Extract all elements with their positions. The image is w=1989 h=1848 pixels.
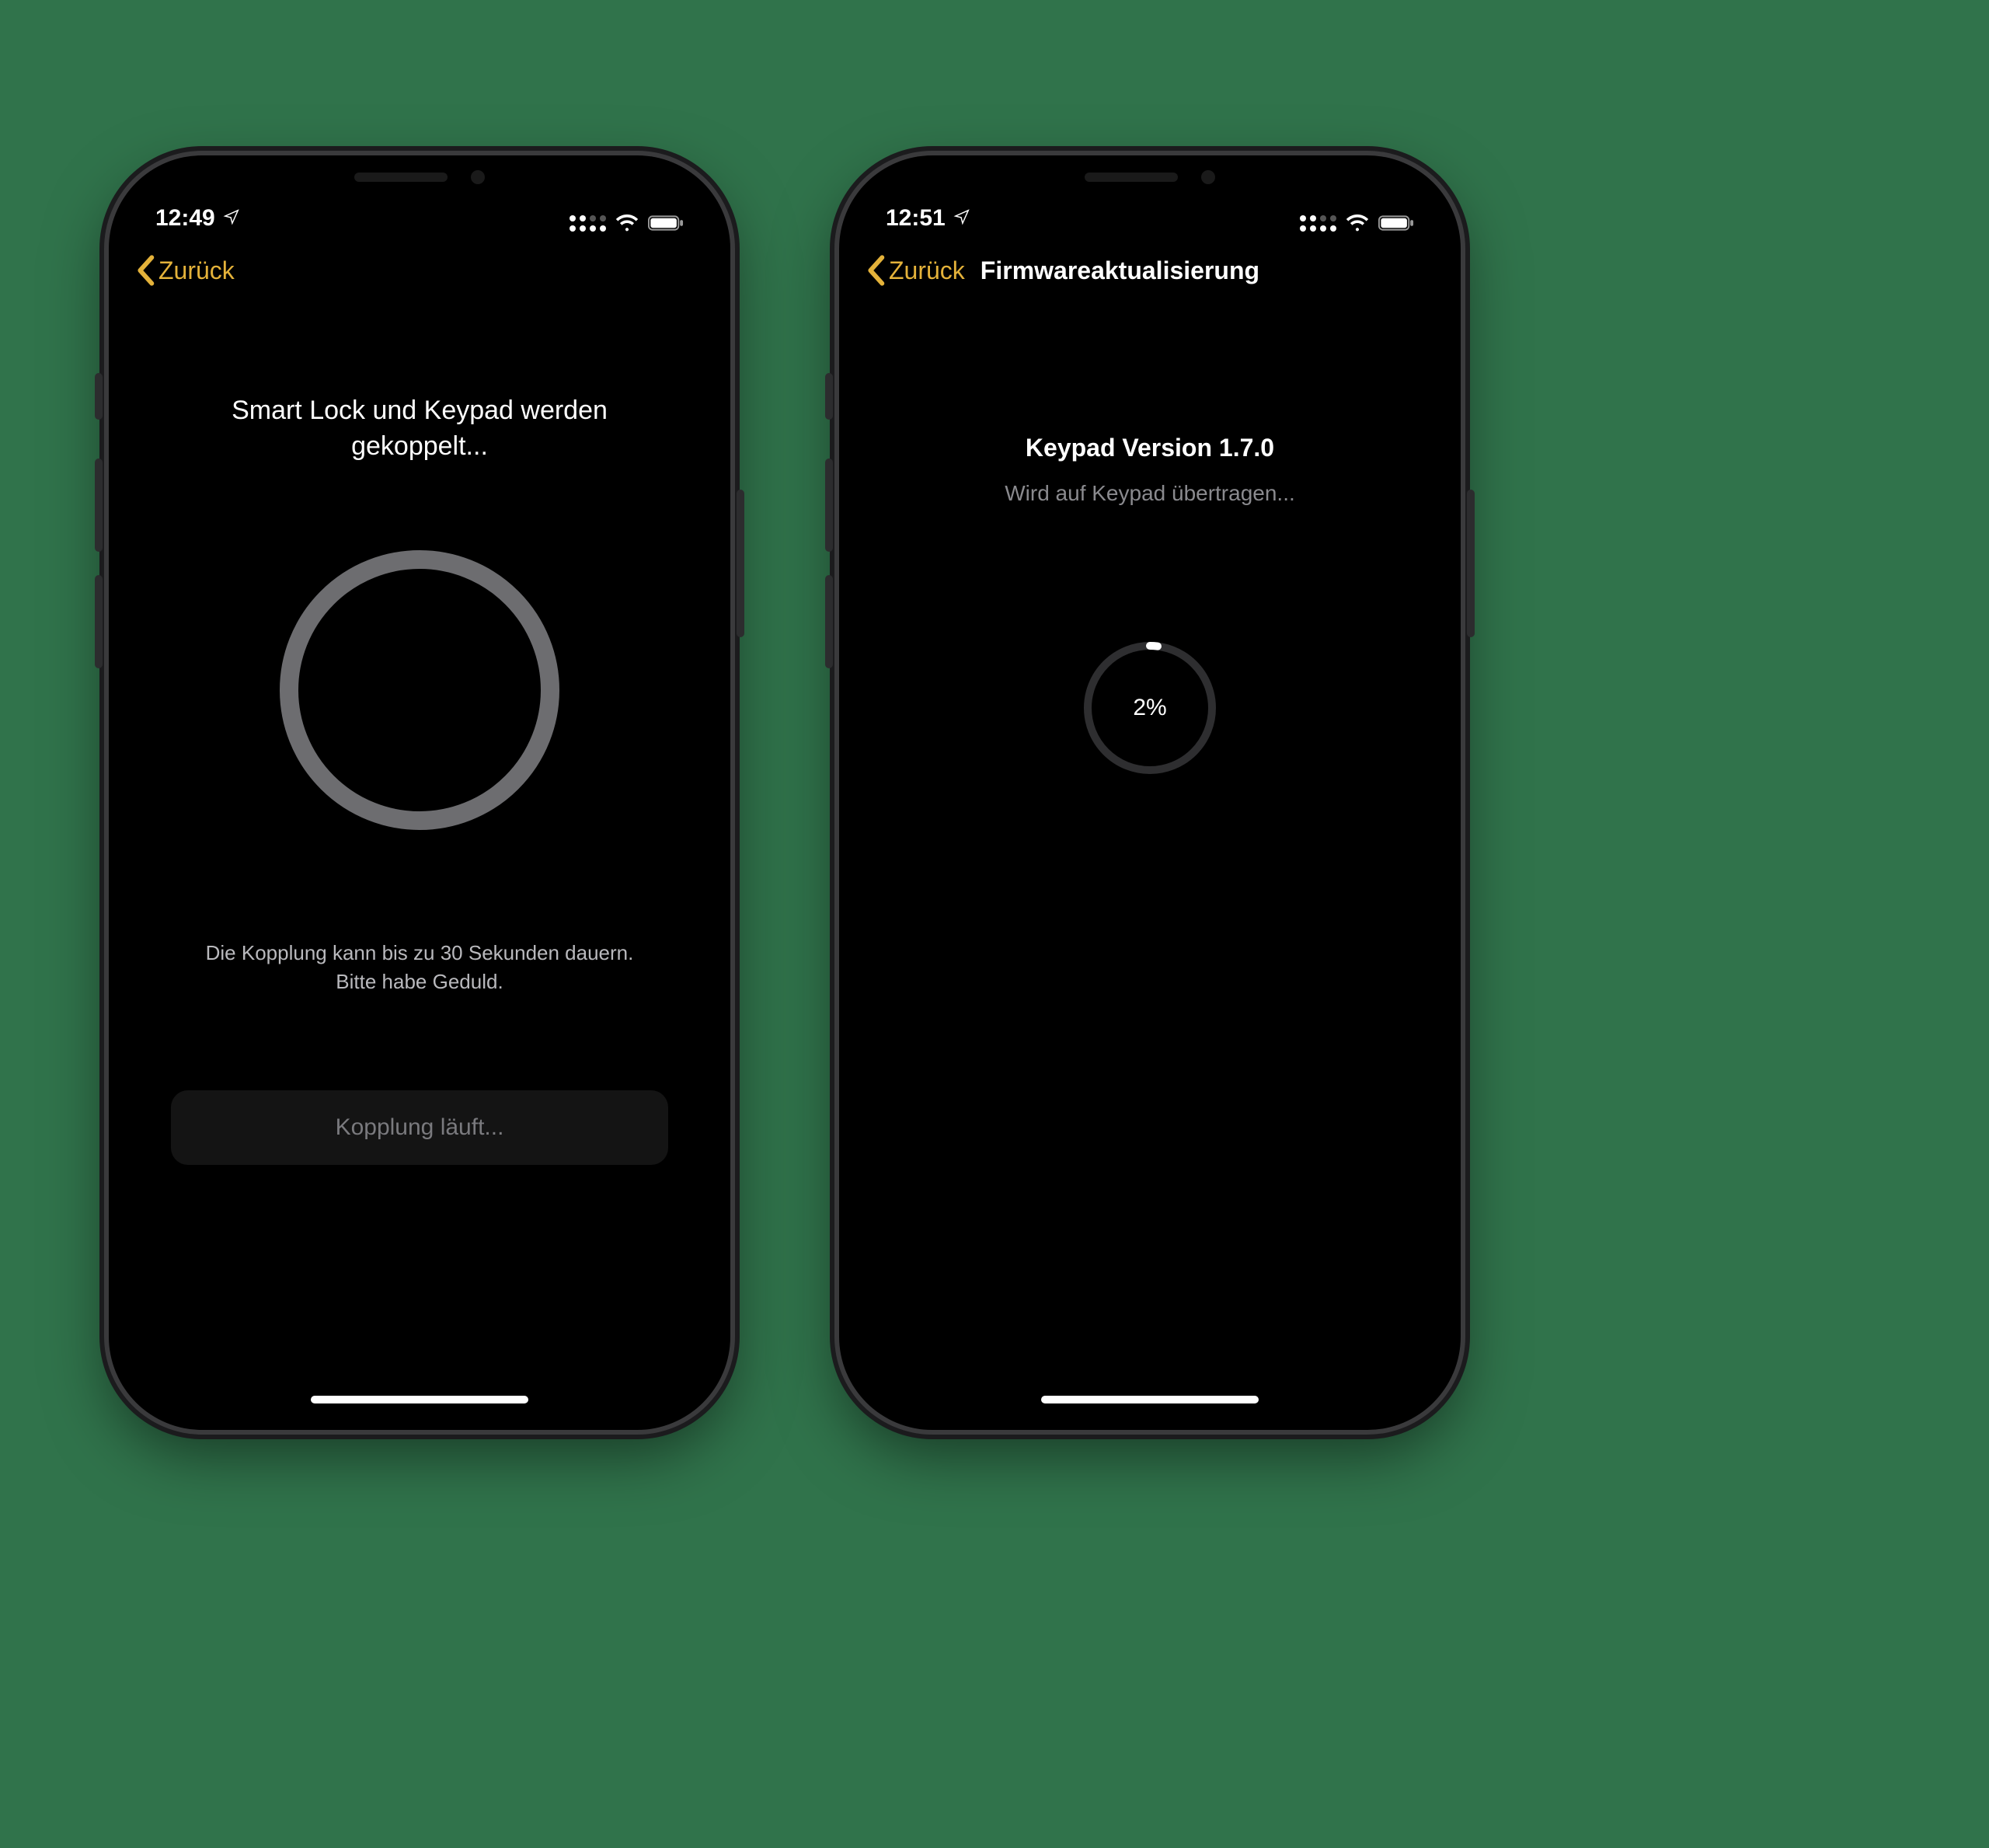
chevron-left-icon: [866, 255, 886, 286]
volume-up-button[interactable]: [825, 459, 833, 552]
phone-frame-left: 12:49: [109, 155, 730, 1430]
mute-switch[interactable]: [825, 373, 833, 420]
battery-icon: [648, 214, 684, 232]
phone-frame-right: 12:51: [839, 155, 1461, 1430]
status-left: 12:51: [886, 205, 970, 232]
wifi-icon: [1346, 214, 1369, 232]
screen-left: 12:49: [121, 168, 718, 1417]
pairing-headline: Smart Lock und Keypad werden gekoppelt..…: [121, 393, 718, 465]
status-left: 12:49: [155, 205, 240, 232]
wifi-icon: [615, 214, 639, 232]
earpiece-speaker: [354, 173, 448, 182]
loading-spinner: [280, 550, 559, 830]
status-right: [570, 214, 684, 232]
volume-up-button[interactable]: [95, 459, 103, 552]
nav-bar: Zurück: [121, 239, 718, 302]
mute-switch[interactable]: [95, 373, 103, 420]
volume-down-button[interactable]: [825, 575, 833, 668]
back-button[interactable]: Zurück: [131, 249, 239, 292]
location-icon: [223, 208, 240, 229]
content-area: Keypad Version 1.7.0 Wird auf Keypad übe…: [852, 302, 1448, 1417]
pairing-hint: Die Kopplung kann bis zu 30 Sekunden dau…: [121, 939, 718, 997]
pairing-status-label: Kopplung läuft...: [336, 1114, 504, 1141]
nav-title: Firmwareaktualisierung: [981, 256, 1259, 285]
home-indicator[interactable]: [311, 1396, 528, 1403]
back-label: Zurück: [158, 256, 235, 285]
firmware-title: Keypad Version 1.7.0: [1026, 434, 1274, 462]
firmware-subtitle: Wird auf Keypad übertragen...: [1005, 481, 1295, 506]
front-camera: [1201, 170, 1215, 184]
progress-percent-label: 2%: [1072, 630, 1228, 786]
power-button[interactable]: [1467, 490, 1475, 637]
location-icon: [953, 208, 970, 229]
nav-bar: Zurück Firmwareaktualisierung: [852, 239, 1448, 302]
status-time: 12:49: [155, 205, 215, 232]
status-right: [1300, 214, 1414, 232]
dual-sim-signal-icon: [1300, 215, 1336, 232]
status-time: 12:51: [886, 205, 946, 232]
back-label: Zurück: [889, 256, 965, 285]
earpiece-speaker: [1085, 173, 1178, 182]
pairing-status-button: Kopplung läuft...: [171, 1090, 668, 1165]
dual-sim-signal-icon: [570, 215, 606, 232]
screen-right: 12:51: [852, 168, 1448, 1417]
content-area: Smart Lock und Keypad werden gekoppelt..…: [121, 302, 718, 1417]
volume-down-button[interactable]: [95, 575, 103, 668]
battery-icon: [1378, 214, 1414, 232]
power-button[interactable]: [737, 490, 744, 637]
notch: [1018, 155, 1282, 199]
notch: [287, 155, 552, 199]
back-button[interactable]: Zurück: [861, 249, 970, 292]
progress-ring: 2%: [1072, 630, 1228, 786]
stage: 12:49: [0, 0, 1989, 1848]
front-camera: [471, 170, 485, 184]
home-indicator[interactable]: [1041, 1396, 1259, 1403]
chevron-left-icon: [135, 255, 155, 286]
